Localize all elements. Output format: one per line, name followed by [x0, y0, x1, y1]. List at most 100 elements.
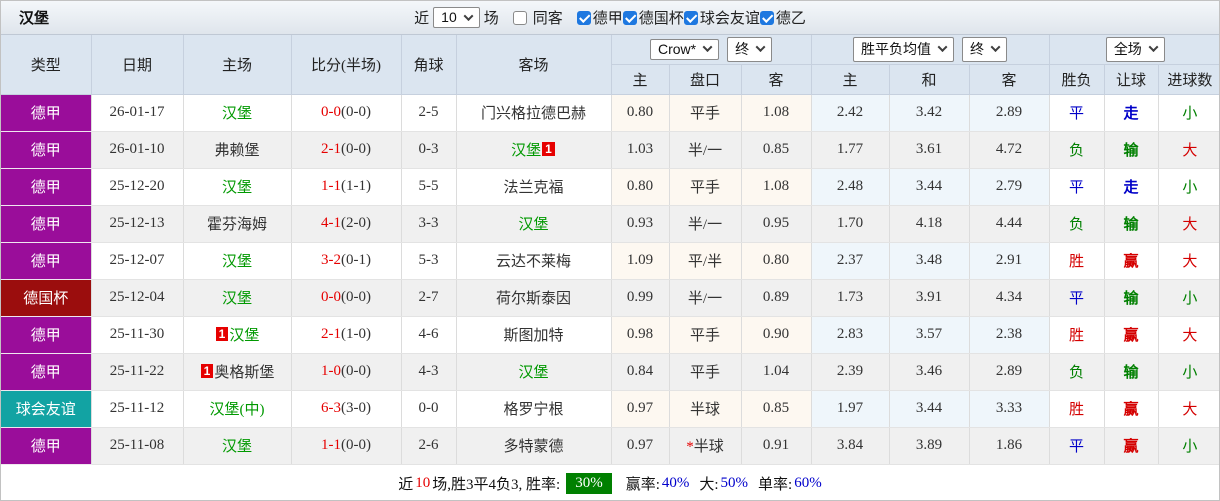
avg-away-cell: 2.89: [969, 353, 1050, 391]
odds-home-cell: 1.09: [611, 242, 670, 280]
handicap-line-cell: 平手: [669, 316, 742, 354]
league-checkbox-label[interactable]: 德国杯: [639, 7, 684, 28]
team-title: 汉堡: [19, 11, 50, 27]
recent-count-select[interactable]: 10: [433, 7, 480, 28]
halftime-score: (2-0): [341, 215, 371, 231]
avg-home-cell: 2.42: [811, 94, 890, 132]
away-team-cell: 多特蒙德: [456, 427, 612, 465]
date-cell: 26-01-17: [91, 94, 184, 132]
avg-away-cell: 4.34: [969, 279, 1050, 317]
result-handicap-cell: 赢: [1104, 316, 1159, 354]
league-checkbox[interactable]: [759, 10, 774, 25]
col-corner: 角球: [401, 35, 457, 95]
score-cell: 4-1(2-0): [291, 205, 402, 243]
avg-home-cell: 3.84: [811, 427, 890, 465]
same-away-label[interactable]: 同客: [533, 7, 563, 28]
col-date: 日期: [91, 35, 184, 95]
avg-draw-cell: 4.18: [889, 205, 970, 243]
result-handicap-cell: 赢: [1104, 390, 1159, 428]
league-checkbox-label[interactable]: 球会友谊: [700, 7, 760, 28]
odds-home-cell: 0.93: [611, 205, 670, 243]
odds-away-cell: 0.90: [741, 316, 812, 354]
scope-group-header: 全场: [1049, 35, 1219, 65]
league-type-cell: 德甲: [1, 94, 92, 132]
corner-cell: 4-3: [401, 353, 457, 391]
league-checkbox-label[interactable]: 德乙: [776, 7, 806, 28]
odds-home-cell: 0.97: [611, 427, 670, 465]
avg-home-cell: 1.70: [811, 205, 890, 243]
team-name: 汉堡: [518, 365, 549, 381]
handicap-line-cell: 平/半: [669, 242, 742, 280]
footer-summary: 场,胜3平4负3, 胜率:: [432, 477, 561, 493]
league-checkbox[interactable]: [683, 10, 698, 25]
avg-type-value: 胜平负均值: [861, 40, 932, 57]
table-row: 德甲 25-12-20 汉堡 1-1(1-1) 5-5 法兰克福 0.80 平手 1.08 2.4…: [1, 168, 1219, 206]
over-rate-label: 大:: [699, 477, 719, 493]
odds-stage-select[interactable]: 终: [727, 36, 773, 62]
avg-type-select[interactable]: 胜平负均值: [853, 36, 955, 62]
odds-group-header: Crow* 终: [611, 35, 812, 65]
avg-draw-cell: 3.44: [889, 168, 970, 206]
avg-away-cell: 2.89: [969, 94, 1050, 132]
team-name: 云达不莱梅: [495, 254, 571, 270]
team-name: 弗赖堡: [214, 143, 260, 159]
score-cell: 1-0(0-0): [291, 353, 402, 391]
table-header: 类型 日期 主场 比分(半场) 角球 客场 Crow* 终 胜平负均值 终 全场…: [1, 35, 1219, 95]
league-checkbox-label[interactable]: 德甲: [593, 7, 623, 28]
avg-stage-value: 终: [970, 40, 985, 57]
date-cell: 26-01-10: [91, 131, 184, 169]
avg-away-cell: 3.33: [969, 390, 1050, 428]
league-checkbox[interactable]: [576, 10, 591, 25]
avg-draw-cell: 3.44: [889, 390, 970, 428]
fulltime-score: 0-0: [321, 104, 341, 120]
red-card-badge: 1: [200, 364, 214, 378]
league-type-cell: 德甲: [1, 168, 92, 206]
date-cell: 25-11-22: [91, 353, 184, 391]
handicap-line-cell: 半/一: [669, 131, 742, 169]
avg-away-cell: 2.38: [969, 316, 1050, 354]
table-row: 德甲 25-11-22 1 奥格斯堡 1-0(0-0) 4-3 汉堡 0.84 平手 1.04 2.…: [1, 353, 1219, 391]
team-name: 奥格斯堡: [214, 365, 275, 381]
league-checkbox[interactable]: [622, 10, 637, 25]
team-name: 汉堡: [518, 217, 549, 233]
avg-draw-cell: 3.57: [889, 316, 970, 354]
col-avg-home: 主: [811, 64, 890, 95]
league-type-cell: 德甲: [1, 427, 92, 465]
halftime-score: (3-0): [341, 400, 371, 416]
corner-cell: 5-3: [401, 242, 457, 280]
table-row: 德甲 25-11-30 1 汉堡 2-1(1-0) 4-6 斯图加特 0.98 平手 0.90 2.…: [1, 316, 1219, 354]
league-type-cell: 德甲: [1, 353, 92, 391]
team-name: 门兴格拉德巴赫: [480, 106, 586, 122]
home-team-cell: 1 汉堡: [183, 316, 292, 354]
result-wdl-cell: 胜: [1049, 316, 1105, 354]
odds-away-cell: 1.08: [741, 94, 812, 132]
team-name: 霍芬海姆: [206, 217, 267, 233]
result-handicap-cell: 走: [1104, 168, 1159, 206]
result-handicap-cell: 输: [1104, 131, 1159, 169]
avg-home-cell: 2.39: [811, 353, 890, 391]
result-goals-cell: 小: [1158, 427, 1219, 465]
col-score: 比分(半场): [291, 35, 402, 95]
table-row: 德甲 26-01-17 汉堡 0-0(0-0) 2-5 门兴格拉德巴赫 0.80 平手 1.08…: [1, 94, 1219, 132]
col-wdl: 胜负: [1049, 64, 1105, 95]
chevron-down-icon: [990, 42, 1001, 53]
col-odds-away: 客: [741, 64, 812, 95]
col-home: 主场: [183, 35, 292, 95]
result-handicap-cell: 赢: [1104, 427, 1159, 465]
fulltime-score: 6-3: [321, 400, 341, 416]
col-away: 客场: [456, 35, 612, 95]
result-goals-cell: 小: [1158, 168, 1219, 206]
table-row: 德甲 25-12-07 汉堡 3-2(0-1) 5-3 云达不莱梅 1.09 平/半 0.80 2…: [1, 242, 1219, 280]
avg-stage-select[interactable]: 终: [962, 36, 1008, 62]
odds-company-select[interactable]: Crow*: [649, 38, 720, 60]
home-team-cell: 1 奥格斯堡: [183, 353, 292, 391]
team-name: 格罗宁根: [503, 402, 564, 418]
away-team-cell: 斯图加特: [456, 316, 612, 354]
win-rate-badge: 30%: [566, 473, 612, 494]
team-name: 汉堡: [229, 328, 260, 344]
halftime-score: (0-0): [341, 437, 371, 453]
same-away-checkbox[interactable]: [512, 10, 527, 25]
chevron-down-icon: [937, 42, 948, 53]
scope-select[interactable]: 全场: [1105, 36, 1165, 62]
handicap-line-cell: 半球: [669, 390, 742, 428]
